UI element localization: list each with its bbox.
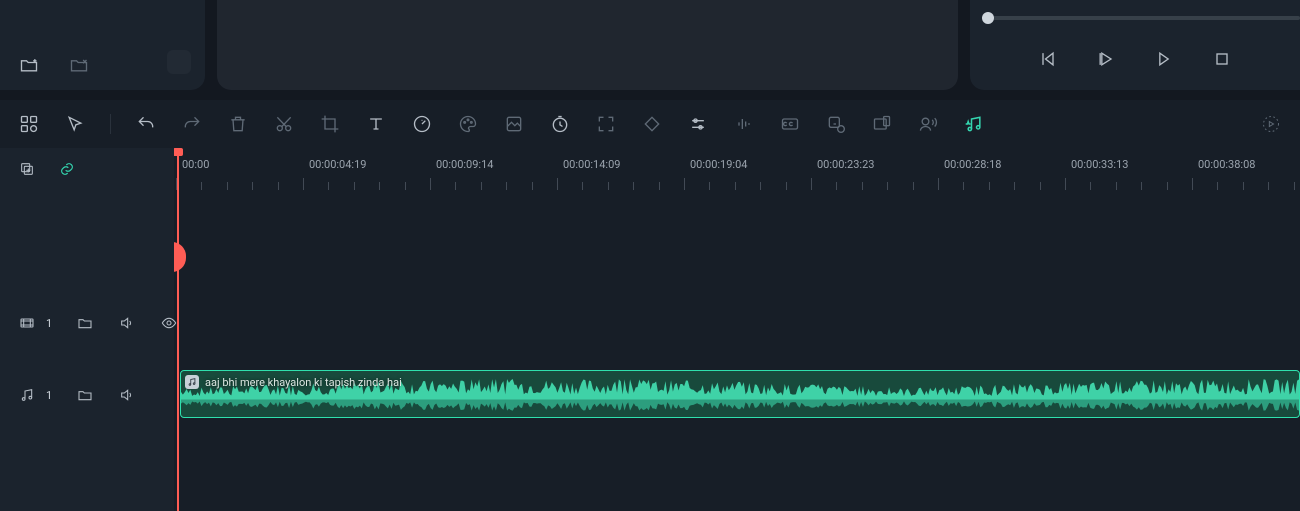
ruler-label: 00:00:14:09 [563, 158, 620, 171]
audio-clip-title: aaj bhi mere khayalon ki tapish zinda ha… [205, 376, 402, 389]
mask-icon[interactable] [503, 113, 525, 135]
timeline-body[interactable]: 00:00 00:00:04:19 00:00:09:14 00:00:14:09 00… [174, 148, 1300, 511]
toolbar-separator [110, 114, 111, 134]
ruler-label: 00:00:38:08 [1198, 158, 1255, 171]
ruler-label: 00:00:04:19 [309, 158, 366, 171]
audio-clip[interactable]: aaj bhi mere khayalon ki tapish zinda ha… [180, 370, 1300, 418]
ruler-label: 00:00:23:23 [817, 158, 874, 171]
subtitle-style-icon[interactable] [825, 113, 847, 135]
undo-icon[interactable] [135, 113, 157, 135]
next-frame-button[interactable] [1153, 48, 1175, 70]
audio-track-lock-icon[interactable] [76, 386, 94, 404]
video-track-lock-icon[interactable] [76, 314, 94, 332]
collapse-panel-button[interactable] [167, 50, 191, 74]
ruler-label: 00:00 [182, 158, 209, 171]
player-progress-knob[interactable] [982, 12, 994, 24]
captions-icon[interactable] [779, 113, 801, 135]
stop-button[interactable] [1211, 48, 1233, 70]
timeline-toolbar [0, 100, 1300, 148]
play-button[interactable] [1095, 48, 1117, 70]
time-ruler[interactable]: 00:00 00:00:04:19 00:00:09:14 00:00:14:09 00… [174, 148, 1300, 192]
aspect-icon[interactable] [871, 113, 893, 135]
audio-track-icon [18, 386, 36, 404]
select-icon[interactable] [64, 113, 86, 135]
music-beat-icon[interactable] [963, 113, 985, 135]
link-tracks-icon[interactable] [58, 160, 76, 178]
music-note-icon [185, 375, 199, 389]
adjust-icon[interactable] [687, 113, 709, 135]
delete-folder-icon[interactable] [68, 54, 90, 76]
audio-track-number: 1 [46, 389, 52, 402]
templates-icon[interactable] [18, 113, 40, 135]
preview-canvas [217, 0, 958, 90]
player-panel [970, 0, 1300, 90]
ruler-label: 00:00:28:18 [944, 158, 1001, 171]
speed-icon[interactable] [411, 113, 433, 135]
ruler-label: 00:00:19:04 [690, 158, 747, 171]
new-folder-icon[interactable] [18, 54, 40, 76]
media-panel [0, 0, 205, 90]
render-preview-icon[interactable] [1260, 113, 1282, 135]
ruler-label: 00:00:09:14 [436, 158, 493, 171]
audio-meters-icon[interactable] [733, 113, 755, 135]
video-track-icon [18, 314, 36, 332]
video-track-mute-icon[interactable] [118, 314, 136, 332]
timeline: 1 1 00:00 00:00:04:19 00:00:09:14 00:00:14:… [0, 148, 1300, 511]
audio-track-mute-icon[interactable] [118, 386, 136, 404]
text-icon[interactable] [365, 113, 387, 135]
fit-icon[interactable] [595, 113, 617, 135]
redo-icon[interactable] [181, 113, 203, 135]
playhead[interactable] [177, 148, 179, 511]
color-icon[interactable] [457, 113, 479, 135]
playhead-marker[interactable] [174, 242, 186, 272]
crop-icon[interactable] [319, 113, 341, 135]
video-track-number: 1 [46, 317, 52, 330]
track-header-column: 1 1 [0, 148, 174, 511]
timer-icon[interactable] [549, 113, 571, 135]
cut-icon[interactable] [273, 113, 295, 135]
delete-icon[interactable] [227, 113, 249, 135]
prev-frame-button[interactable] [1037, 48, 1059, 70]
add-track-icon[interactable] [18, 160, 36, 178]
keyframe-icon[interactable] [641, 113, 663, 135]
ruler-label: 00:00:33:13 [1071, 158, 1128, 171]
voice-icon[interactable] [917, 113, 939, 135]
player-progress-track[interactable] [988, 16, 1300, 20]
